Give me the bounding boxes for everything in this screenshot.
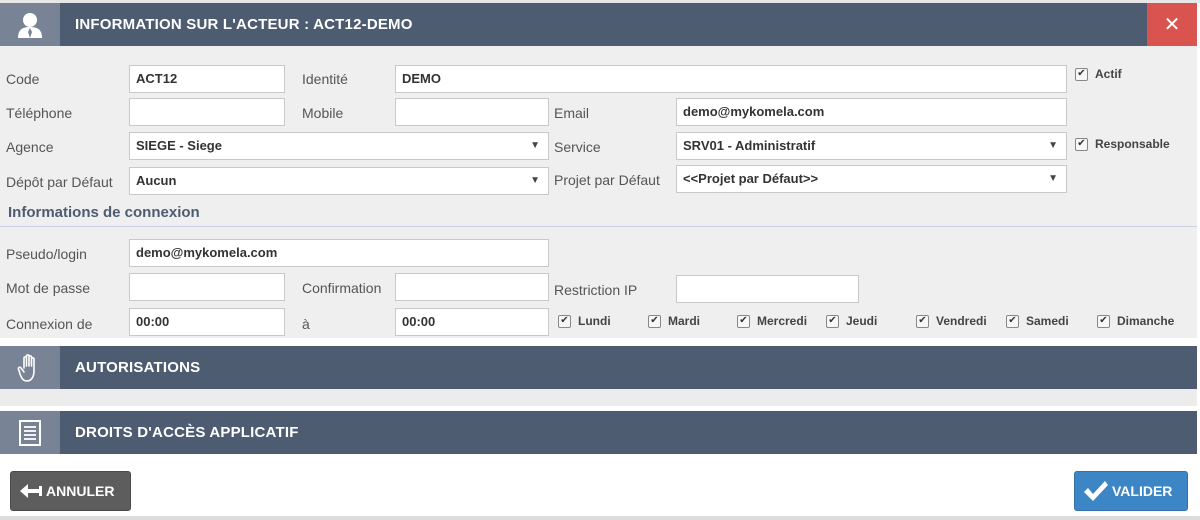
- connexion-section-title: Informations de connexion: [8, 204, 200, 221]
- day-checkbox-vendredi[interactable]: ✔ Vendredi: [916, 314, 987, 328]
- checkmark-icon: ✔: [1097, 314, 1110, 328]
- day-label: Mercredi: [757, 314, 808, 328]
- restriction-ip-input[interactable]: [676, 275, 859, 303]
- cancel-label: ANNULER: [46, 483, 115, 499]
- close-button[interactable]: ✕: [1147, 3, 1197, 46]
- cancel-button[interactable]: ANNULER: [10, 471, 131, 511]
- day-label: Mardi: [668, 314, 701, 328]
- depot-label: Dépôt par Défaut: [6, 174, 113, 190]
- mobile-input[interactable]: [395, 98, 549, 126]
- responsable-checkbox[interactable]: ✔ Responsable: [1075, 137, 1170, 151]
- connexion-from-input[interactable]: 00:00: [129, 308, 285, 336]
- telephone-input[interactable]: [129, 98, 285, 126]
- actif-label: Actif: [1095, 67, 1122, 81]
- section-divider: [0, 226, 1197, 227]
- checkmark-icon: [1084, 481, 1108, 501]
- connexion-to-label: à: [302, 316, 310, 332]
- chevron-down-icon: ▼: [530, 175, 540, 186]
- login-input[interactable]: demo@mykomela.com: [129, 239, 549, 267]
- day-checkbox-jeudi[interactable]: ✔ Jeudi: [826, 314, 877, 328]
- droits-title: DROITS D'ACCÈS APPLICATIF: [75, 424, 299, 441]
- depot-select[interactable]: Aucun ▼: [129, 167, 549, 195]
- projet-label: Projet par Défaut: [554, 172, 660, 188]
- identite-input[interactable]: DEMO: [395, 65, 1067, 93]
- restriction-ip-label: Restriction IP: [554, 282, 638, 298]
- droits-header[interactable]: DROITS D'ACCÈS APPLICATIF: [0, 411, 1197, 454]
- checkmark-icon: ✔: [1006, 314, 1019, 328]
- code-input[interactable]: ACT12: [129, 65, 285, 93]
- login-label: Pseudo/login: [6, 246, 87, 262]
- identite-label: Identité: [302, 71, 348, 87]
- email-label: Email: [554, 105, 590, 121]
- user-icon: [0, 3, 60, 46]
- connexion-to-input[interactable]: 00:00: [395, 308, 549, 336]
- checkmark-icon: ✔: [1075, 137, 1088, 151]
- confirmation-input[interactable]: [395, 273, 549, 301]
- email-input[interactable]: demo@mykomela.com: [676, 98, 1067, 126]
- mobile-label: Mobile: [302, 105, 344, 121]
- service-label: Service: [554, 139, 601, 155]
- form-area: Code ACT12 Identité DEMO ✔ Actif Télépho…: [0, 46, 1197, 338]
- validate-label: VALIDER: [1112, 483, 1173, 499]
- checkmark-icon: ✔: [648, 314, 661, 328]
- bottom-border: [0, 516, 1200, 520]
- agence-select[interactable]: SIEGE - Siege ▼: [129, 132, 549, 160]
- day-checkbox-mardi[interactable]: ✔ Mardi: [648, 314, 700, 328]
- telephone-label: Téléphone: [6, 105, 73, 121]
- arrow-left-icon: [20, 484, 42, 498]
- autorisations-title: AUTORISATIONS: [75, 359, 201, 376]
- password-label: Mot de passe: [6, 280, 91, 296]
- agence-label: Agence: [6, 139, 54, 155]
- validate-button[interactable]: VALIDER: [1074, 471, 1188, 511]
- section-gap: [0, 389, 1197, 406]
- connexion-from-label: Connexion de: [6, 316, 93, 332]
- checkmark-icon: ✔: [916, 314, 929, 328]
- day-label: Samedi: [1026, 314, 1069, 328]
- day-label: Lundi: [578, 314, 611, 328]
- service-value: SRV01 - Administratif: [683, 138, 816, 153]
- password-input[interactable]: [129, 273, 285, 301]
- chevron-down-icon: ▼: [1048, 140, 1058, 151]
- chevron-down-icon: ▼: [1048, 173, 1058, 184]
- projet-select[interactable]: <<Projet par Défaut>> ▼: [676, 165, 1067, 193]
- checkmark-icon: ✔: [558, 314, 571, 328]
- close-icon: ✕: [1163, 14, 1181, 36]
- day-checkbox-lundi[interactable]: ✔ Lundi: [558, 314, 611, 328]
- responsable-label: Responsable: [1095, 137, 1170, 151]
- hand-icon: [0, 346, 60, 389]
- checkmark-icon: ✔: [826, 314, 839, 328]
- day-checkbox-dimanche[interactable]: ✔ Dimanche: [1097, 314, 1174, 328]
- day-checkbox-samedi[interactable]: ✔ Samedi: [1006, 314, 1069, 328]
- depot-value: Aucun: [136, 173, 177, 188]
- code-label: Code: [6, 71, 40, 87]
- day-label: Dimanche: [1117, 314, 1175, 328]
- checkmark-icon: ✔: [737, 314, 750, 328]
- day-checkbox-mercredi[interactable]: ✔ Mercredi: [737, 314, 807, 328]
- projet-value: <<Projet par Défaut>>: [683, 171, 819, 186]
- autorisations-header[interactable]: AUTORISATIONS: [0, 346, 1197, 389]
- actor-info-header: INFORMATION SUR L'ACTEUR : ACT12-DEMO ✕: [0, 3, 1197, 46]
- actif-checkbox[interactable]: ✔ Actif: [1075, 67, 1122, 81]
- confirmation-label: Confirmation: [302, 280, 382, 296]
- document-icon: [0, 411, 60, 454]
- checkmark-icon: ✔: [1075, 67, 1088, 81]
- page-title: INFORMATION SUR L'ACTEUR : ACT12-DEMO: [75, 16, 413, 33]
- chevron-down-icon: ▼: [530, 140, 540, 151]
- day-label: Jeudi: [846, 314, 878, 328]
- service-select[interactable]: SRV01 - Administratif ▼: [676, 132, 1067, 160]
- agence-value: SIEGE - Siege: [136, 138, 222, 153]
- day-label: Vendredi: [936, 314, 987, 328]
